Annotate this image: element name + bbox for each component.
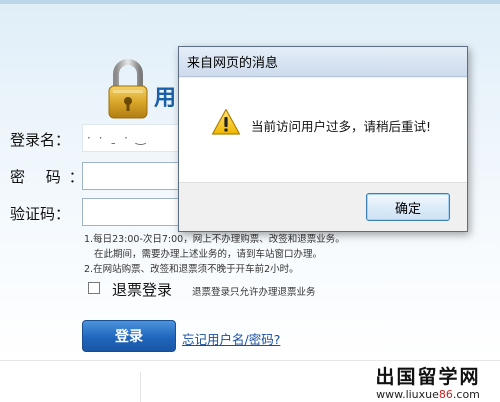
refund-login-note: 退票登录只允许办理退票业务 bbox=[192, 287, 316, 298]
forgot-credentials-link[interactable]: 忘记用户名/密码? bbox=[182, 329, 280, 348]
dialog-titlebar[interactable]: 来自网页的消息 bbox=[179, 47, 467, 77]
username-input[interactable]: · · ˍ · ‿ bbox=[82, 124, 182, 152]
watermark-url-accent: 86 bbox=[438, 388, 453, 401]
login-button[interactable]: 登录 bbox=[82, 320, 176, 352]
dialog-footer: 确定 bbox=[179, 182, 467, 231]
watermark-title: 出国留学网 bbox=[375, 366, 481, 388]
message-dialog: 来自网页的消息 当前访问用户过多，请稍后重试! 确定 bbox=[178, 46, 468, 232]
watermark-url-prefix: www.liuxue bbox=[376, 388, 439, 401]
password-input[interactable] bbox=[82, 162, 182, 190]
watermark-url: www.liuxue86.com bbox=[360, 388, 496, 401]
service-notes: 1.每日23:00-次日7:00，网上不办理购票、改签和退票业务。 在此期间，需… bbox=[84, 232, 345, 277]
padlock-icon bbox=[108, 59, 148, 119]
top-border bbox=[0, 0, 500, 4]
login-title: 用 bbox=[154, 86, 177, 111]
dialog-message: 当前访问用户过多，请稍后重试! bbox=[251, 119, 432, 134]
refund-login-checkbox[interactable] bbox=[88, 282, 100, 294]
dialog-body: 当前访问用户过多，请稍后重试! bbox=[179, 78, 467, 182]
note-line: 在此期间，需要办理上述业务的，请到车站窗口办理。 bbox=[94, 249, 323, 260]
password-label: 密 码： bbox=[10, 168, 92, 186]
ok-button[interactable]: 确定 bbox=[366, 193, 450, 221]
captcha-label: 验证码： bbox=[10, 205, 71, 223]
warning-triangle-icon bbox=[211, 108, 241, 135]
footer-divider bbox=[0, 360, 500, 361]
refund-login-label: 退票登录 bbox=[112, 281, 173, 299]
footer-vertical-divider bbox=[140, 372, 141, 402]
note-line: 1.每日23:00-次日7:00，网上不办理购票、改签和退票业务。 bbox=[84, 234, 345, 245]
captcha-input[interactable] bbox=[82, 198, 182, 226]
watermark-url-suffix: .com bbox=[452, 388, 480, 401]
note-line: 2.在网站购票、改签和退票须不晚于开车前2小时。 bbox=[84, 264, 299, 275]
site-watermark: 出国留学网 www.liuxue86.com bbox=[360, 366, 496, 401]
username-label: 登录名： bbox=[10, 131, 71, 149]
dialog-title: 来自网页的消息 bbox=[187, 56, 279, 71]
